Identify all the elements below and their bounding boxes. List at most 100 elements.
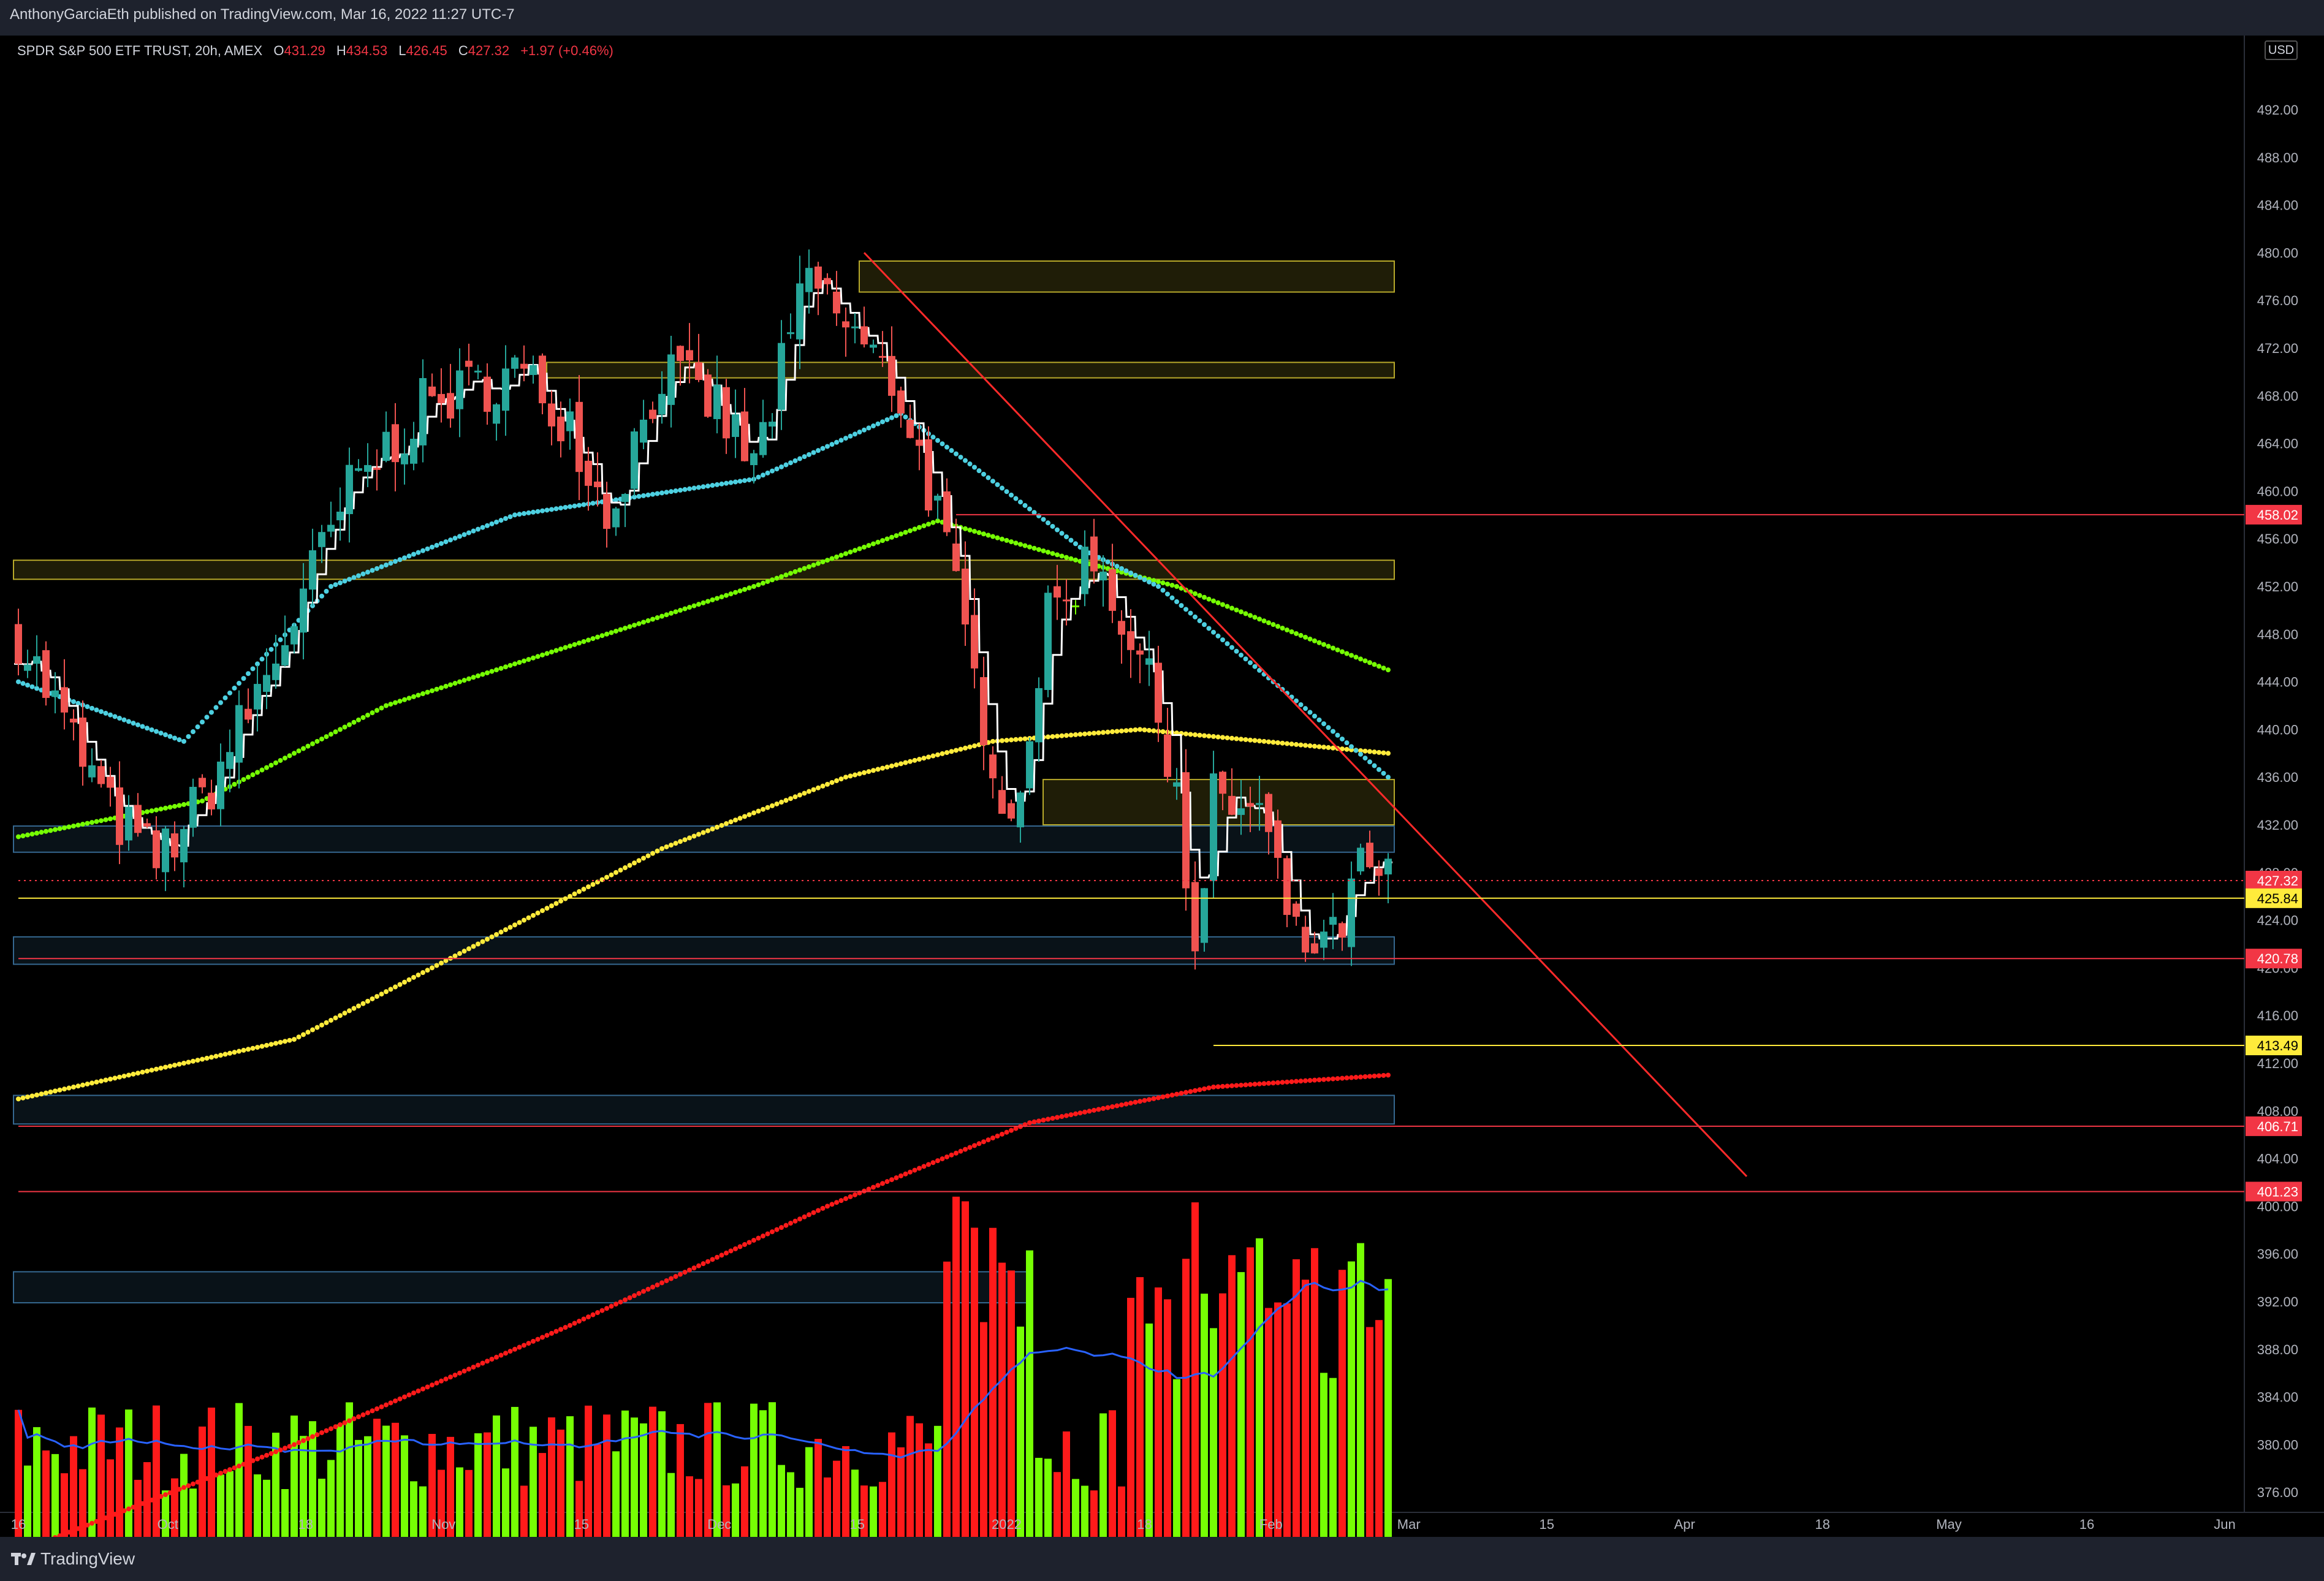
ema-green-line-dot	[655, 615, 660, 621]
ema-cyan-line-dot	[577, 502, 582, 508]
volume-bar	[805, 1447, 813, 1537]
ema-red-line-dot	[200, 1477, 205, 1483]
candle-body	[1035, 688, 1042, 743]
price-label-text: 413.49	[2257, 1038, 2298, 1053]
ema-green-line-dot	[314, 738, 320, 744]
ema-red-line-dot	[411, 1390, 416, 1396]
y-tick-label: 480.00	[2257, 245, 2298, 260]
ema-cyan-line-dot	[1193, 614, 1198, 620]
ema-cyan-line-dot	[1137, 575, 1142, 580]
ema-cyan-line-dot	[324, 588, 329, 594]
volume-bar	[1017, 1326, 1024, 1537]
ema-green-line-dot	[1059, 553, 1065, 559]
ema-cyan-line-dot	[328, 584, 333, 589]
ema-cyan-line-dot	[650, 491, 655, 497]
ema-yellow-line-dot	[374, 994, 379, 999]
ema-cyan-line-dot	[1367, 759, 1372, 765]
ema-cyan-line-dot	[452, 536, 458, 541]
ema-yellow-line-dot	[1009, 737, 1014, 743]
ema-red-line-dot	[66, 1530, 72, 1535]
ema-red-line-dot	[724, 1250, 729, 1256]
ema-cyan-line-dot	[659, 490, 664, 496]
high-label: H	[336, 43, 346, 58]
ema-green-line-dot	[246, 775, 251, 780]
ema-green-line-dot	[512, 661, 517, 667]
candle-body	[980, 677, 987, 745]
chart-frame[interactable]: 492.00 488.00 484.00 480.00 476.00 472.00 468.…	[0, 36, 2324, 1537]
ema-green-line-dot	[990, 534, 995, 539]
ema-yellow-line-dot	[1114, 729, 1120, 734]
ema-yellow-line-dot	[1362, 748, 1368, 754]
ema-yellow-line-dot	[908, 759, 913, 764]
candle-body	[318, 532, 325, 547]
currency-badge[interactable]: USD	[2265, 40, 2298, 60]
ema-red-line-dot	[296, 1440, 302, 1446]
ema-red-line-dot	[540, 1335, 545, 1340]
chart-canvas[interactable]: 492.00 488.00 484.00 480.00 476.00 472.00 468.…	[0, 36, 2324, 1537]
ema-green-line-dot	[1344, 651, 1350, 656]
volume-bar	[897, 1447, 905, 1537]
ema-cyan-line-dot	[200, 719, 205, 725]
volume-bar	[51, 1454, 59, 1537]
y-tick-label: 416.00	[2257, 1008, 2298, 1023]
ema-red-line-dot	[898, 1173, 903, 1178]
ema-yellow-line-dot	[1248, 737, 1253, 743]
ema-yellow-line-dot	[1110, 729, 1115, 735]
ema-yellow-line-dot	[1004, 738, 1009, 743]
close-value: 427.32	[468, 43, 510, 58]
ema-green-line-dot	[724, 593, 729, 598]
ema-cyan-line-dot	[857, 430, 862, 435]
ema-green-line-dot	[609, 630, 614, 635]
ema-red-line-dot	[507, 1349, 513, 1354]
ema-red-line-dot	[535, 1336, 541, 1342]
ema-red-line-dot	[756, 1235, 761, 1241]
ema-cyan-line-dot	[963, 458, 968, 463]
ema-yellow-line-dot	[972, 743, 977, 749]
ema-red-line-dot	[930, 1160, 936, 1166]
ema-red-line-dot	[310, 1434, 315, 1439]
ema-red-line-dot	[204, 1476, 210, 1481]
ema-yellow-line-dot	[1142, 727, 1147, 733]
ema-green-line-dot	[1206, 596, 1212, 602]
ema-yellow-line-dot	[439, 960, 444, 966]
ema-yellow-line-dot	[1220, 735, 1225, 740]
ema-red-line-dot	[696, 1263, 701, 1268]
ema-red-line-dot	[1381, 1072, 1386, 1078]
ema-cyan-line-dot	[705, 483, 710, 489]
candle-body	[235, 705, 243, 763]
ema-yellow-line-dot	[926, 754, 931, 760]
candle-body	[1302, 927, 1309, 953]
ema-red-line-dot	[80, 1524, 85, 1530]
ema-yellow-line-dot	[526, 915, 531, 920]
ema-green-line-dot	[719, 594, 724, 600]
ema-red-line-dot	[958, 1148, 963, 1154]
volume-bar	[1384, 1279, 1392, 1537]
ema-red-line-dot	[1133, 1099, 1138, 1105]
ema-green-line-dot	[1257, 616, 1262, 622]
ema-green-line-dot	[62, 825, 67, 830]
volume-bar	[1054, 1472, 1061, 1537]
ema-green-line-dot	[370, 710, 375, 716]
ema-red-line-dot	[940, 1156, 945, 1162]
ema-cyan-line-dot	[1183, 607, 1188, 612]
ema-yellow-line-dot	[319, 1022, 324, 1028]
ema-cyan-line-dot	[636, 494, 642, 499]
ema-yellow-line-dot	[1128, 727, 1133, 733]
ema-yellow-line-dot	[903, 760, 908, 765]
ema-green-line-dot	[1027, 544, 1032, 550]
ema-green-line-dot	[1193, 591, 1198, 596]
ema-green-line-dot	[149, 808, 154, 814]
ema-green-line-dot	[167, 805, 173, 810]
ema-green-line-dot	[443, 683, 449, 689]
volume-bar	[88, 1407, 96, 1537]
volume-bar	[1283, 1303, 1291, 1537]
ema-yellow-line-dot	[696, 832, 701, 837]
candle-body	[1127, 631, 1134, 650]
ema-cyan-line-dot	[1340, 736, 1345, 741]
candle-body	[824, 278, 831, 284]
ema-green-line-dot	[301, 746, 306, 751]
ema-red-line-dot	[1243, 1082, 1248, 1088]
ema-yellow-line-dot	[241, 1047, 246, 1053]
ema-yellow-line-dot	[62, 1086, 67, 1092]
tradingview-logo[interactable]: TradingView	[11, 1549, 135, 1569]
